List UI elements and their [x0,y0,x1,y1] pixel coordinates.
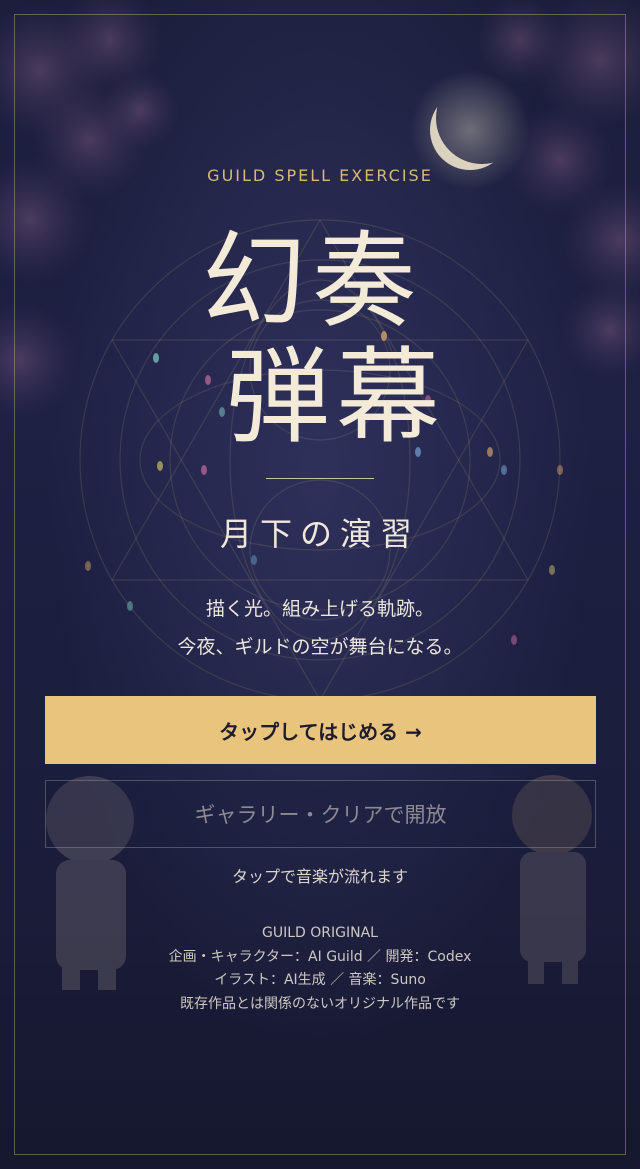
tagline-line-1: 描く光。組み上げる軌跡。 [205,598,434,620]
audio-hint: タップで音楽が流れます [231,867,408,886]
credits-line: 企画・キャラクター：AI Guild ／ 開発：Codex [168,948,472,965]
credits-line: GUILD ORIGINAL [262,925,378,941]
credits-block: GUILD ORIGINAL 企画・キャラクター：AI Guild ／ 開発：C… [0,922,640,1016]
game-subtitle: 月下の演習 [219,515,420,553]
tagline-line-2: 今夜、ギルドの空が舞台になる。 [177,636,463,658]
credits-line: イラスト：AI生成 ／ 音楽：Suno [214,972,426,988]
game-title-line-1: 幻奏 [201,220,422,342]
gallery-button-label: ギャラリー・クリアで開放 [194,803,447,827]
eyebrow-label: GUILD SPELL EXERCISE [207,166,433,185]
gallery-button[interactable]: ギャラリー・クリアで開放 [45,780,596,848]
hero-content: GUILD SPELL EXERCISE 幻奏 弾幕 月下の演習 描く光。組み上… [0,0,640,1169]
game-title-line-2: 弾幕 [225,336,446,458]
credits-line: 既存作品とは関係のないオリジナル作品です [180,995,460,1012]
title-divider [266,478,374,479]
title-screen: GUILD SPELL EXERCISE 幻奏 弾幕 月下の演習 描く光。組み上… [0,0,640,1169]
start-button-label: タップしてはじめる → [219,719,422,744]
start-button[interactable]: タップしてはじめる → [45,696,596,764]
